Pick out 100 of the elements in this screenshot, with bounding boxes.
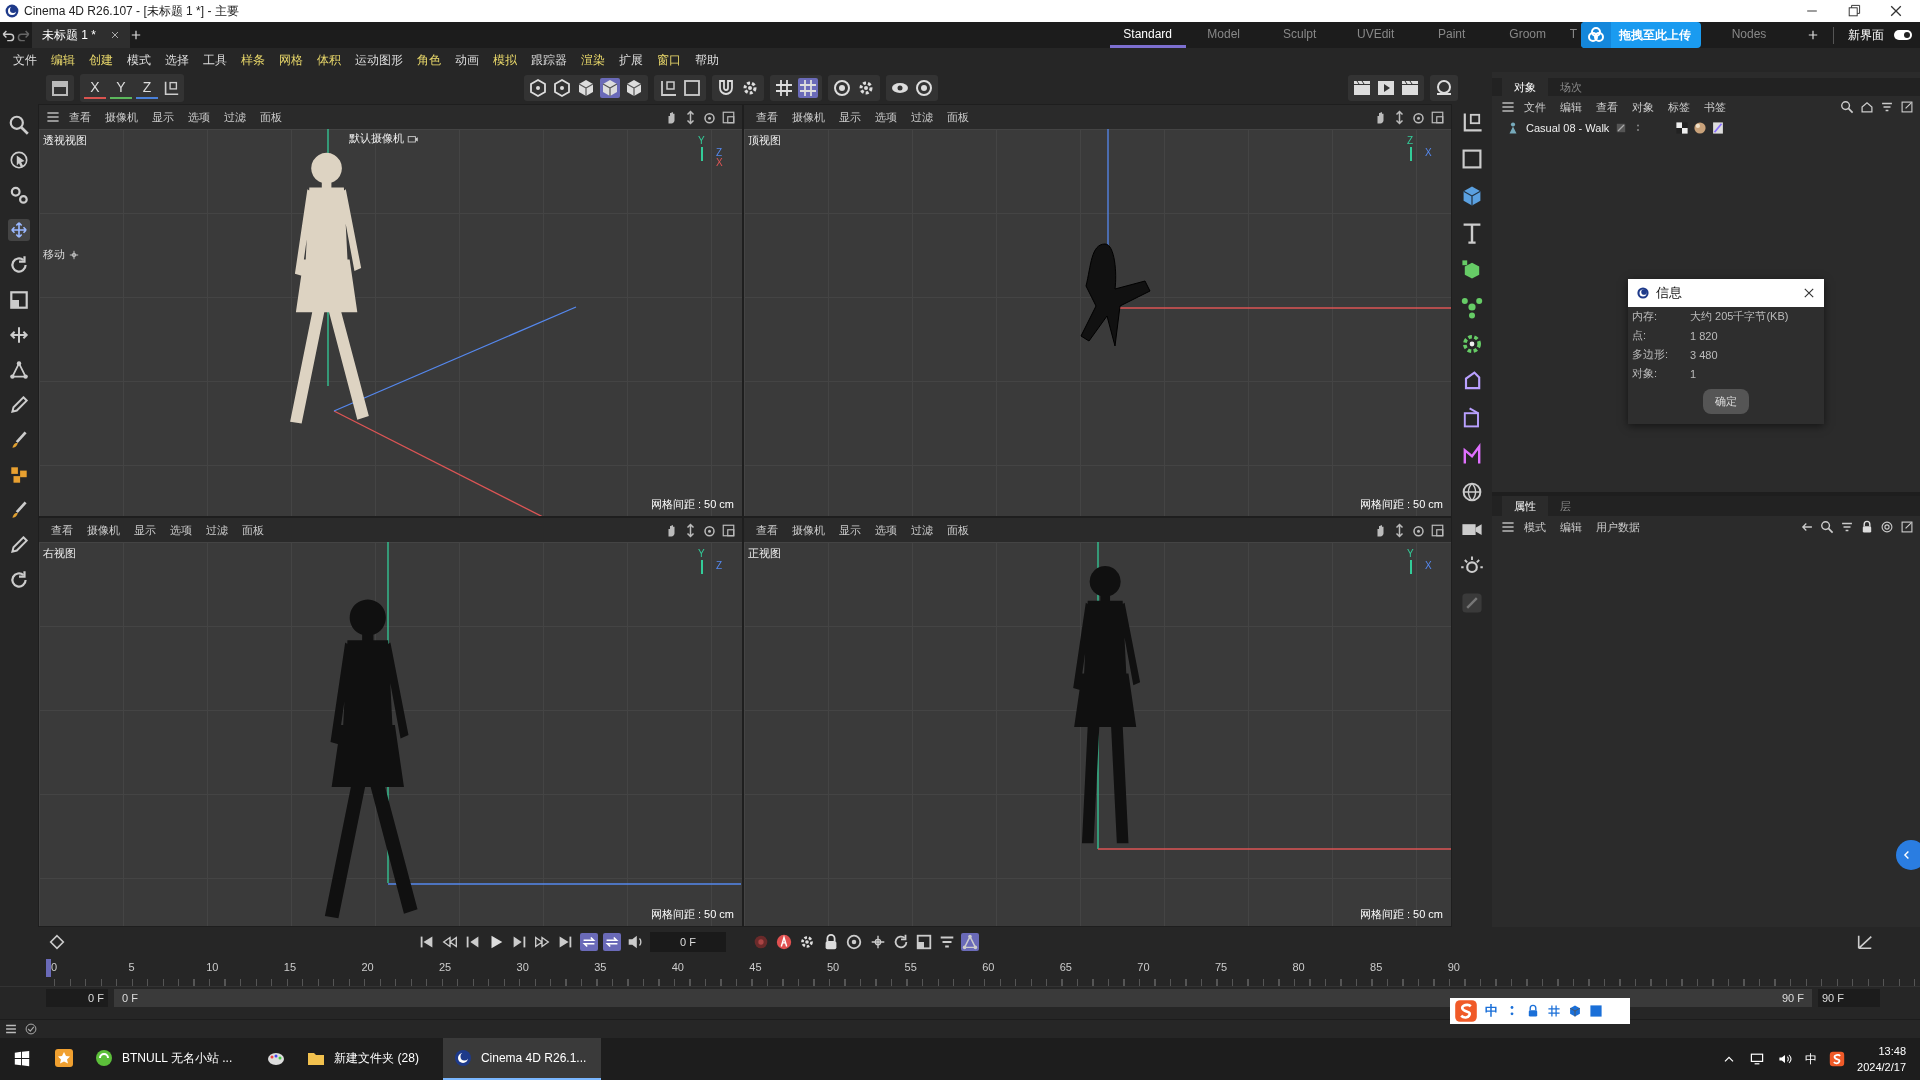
menu-item[interactable]: 用户数据 xyxy=(1590,519,1646,535)
axis-icon[interactable] xyxy=(658,78,678,98)
checker-tag-icon[interactable] xyxy=(1675,121,1690,135)
menu-item[interactable]: 扩展 xyxy=(612,51,650,69)
coordinate-icon[interactable] xyxy=(162,79,180,97)
filter-icon[interactable] xyxy=(1880,100,1894,114)
new-window-icon[interactable] xyxy=(1900,100,1914,114)
ime-logo-icon[interactable] xyxy=(1829,1051,1846,1067)
move-key-icon[interactable] xyxy=(869,933,887,951)
search-icon[interactable] xyxy=(1840,100,1854,114)
menu-item[interactable]: 查看 xyxy=(1590,99,1624,115)
edge-mode-icon[interactable] xyxy=(552,78,572,98)
layout-tab[interactable]: UVEdit xyxy=(1337,22,1414,48)
start-icon[interactable] xyxy=(13,1050,31,1068)
point-mode-icon[interactable] xyxy=(528,78,548,98)
search-icon[interactable] xyxy=(1820,520,1834,534)
menu-item[interactable]: 动画 xyxy=(448,51,486,69)
menu-item[interactable]: 运动图形 xyxy=(348,51,410,69)
menu-item[interactable]: 摄像机 xyxy=(99,109,144,125)
frame-field[interactable]: 0 F xyxy=(650,932,726,952)
model-mode-icon[interactable] xyxy=(600,78,620,98)
menu-item[interactable]: 摄像机 xyxy=(81,522,126,538)
panel-tab[interactable]: 场次 xyxy=(1548,78,1594,96)
globe-icon[interactable] xyxy=(1460,480,1484,504)
menu-icon[interactable] xyxy=(1500,519,1516,535)
ok-button[interactable]: 确定 xyxy=(1703,389,1749,414)
scale-icon[interactable] xyxy=(8,289,30,311)
menu-icon[interactable] xyxy=(1500,99,1516,115)
record-icon[interactable] xyxy=(752,933,770,951)
menu-item[interactable]: 显示 xyxy=(833,109,867,125)
arrows-icon[interactable] xyxy=(8,324,30,346)
check-icon[interactable] xyxy=(24,1022,38,1036)
toggle-switch[interactable] xyxy=(1894,30,1912,40)
archive-box-icon[interactable] xyxy=(50,78,70,98)
menu-item[interactable]: 面板 xyxy=(236,522,270,538)
menu-item[interactable]: 面板 xyxy=(941,522,975,538)
target-icon[interactable] xyxy=(1880,520,1894,534)
molecule-icon[interactable] xyxy=(1460,295,1484,319)
menu-item[interactable]: 网格 xyxy=(272,51,310,69)
filter-icon[interactable] xyxy=(1840,520,1854,534)
layout-tab[interactable]: Groom xyxy=(1489,22,1566,48)
panel-tab[interactable]: 层 xyxy=(1548,496,1583,516)
panel-tab[interactable]: 对象 xyxy=(1502,78,1548,96)
menu-item[interactable]: 书签 xyxy=(1698,99,1732,115)
menu-item[interactable]: 选择 xyxy=(158,51,196,69)
ring-icon[interactable] xyxy=(832,78,852,98)
panel-tab[interactable]: 属性 xyxy=(1502,496,1548,516)
document-tab[interactable]: 未标题 1 * xyxy=(32,22,130,48)
menu-icon[interactable] xyxy=(45,109,61,125)
move-icon[interactable] xyxy=(8,219,30,241)
menu-item[interactable]: 查看 xyxy=(750,109,784,125)
menu-item[interactable]: 摄像机 xyxy=(786,522,831,538)
back-icon[interactable] xyxy=(1800,520,1814,534)
nodes-icon[interactable] xyxy=(8,359,30,381)
close-icon[interactable] xyxy=(1802,286,1816,300)
edit-icon[interactable] xyxy=(1460,591,1484,615)
pen-icon[interactable] xyxy=(8,394,30,416)
network-icon[interactable] xyxy=(1749,1051,1766,1067)
menu-item[interactable]: 选项 xyxy=(182,109,216,125)
menu-item[interactable]: 过滤 xyxy=(218,109,252,125)
menu-item[interactable]: 显示 xyxy=(833,522,867,538)
magnet-icon[interactable] xyxy=(716,78,736,98)
grid-square-icon[interactable] xyxy=(682,78,702,98)
menu-item[interactable]: 跟踪器 xyxy=(524,51,574,69)
scale-key-icon[interactable] xyxy=(915,933,933,951)
grid-snap-icon[interactable] xyxy=(798,78,818,98)
key-settings-icon[interactable] xyxy=(798,933,816,951)
menu-item[interactable]: 窗口 xyxy=(650,51,688,69)
menu-item[interactable]: 文件 xyxy=(1518,99,1552,115)
gears-icon[interactable] xyxy=(8,184,30,206)
home-icon[interactable] xyxy=(1860,100,1874,114)
new-window-icon[interactable] xyxy=(1900,520,1914,534)
previous-key-icon[interactable] xyxy=(441,933,459,951)
menu-item[interactable]: 选项 xyxy=(869,109,903,125)
taskbar-item[interactable]: Cinema 4D R26.1... xyxy=(442,1038,601,1080)
close-icon[interactable] xyxy=(110,30,120,40)
render-settings-icon[interactable] xyxy=(1400,78,1420,98)
menu-item[interactable]: 渲染 xyxy=(574,51,612,69)
axis-button[interactable]: Z xyxy=(136,77,158,99)
add-tab-icon[interactable] xyxy=(130,29,142,41)
add-layout-icon[interactable] xyxy=(1807,29,1819,41)
menu-item[interactable]: 面板 xyxy=(941,109,975,125)
star-app-icon[interactable] xyxy=(54,1048,74,1068)
texture-tag-icon[interactable] xyxy=(1693,121,1708,135)
lock-icon[interactable] xyxy=(1860,520,1874,534)
square-icon[interactable] xyxy=(1460,147,1484,171)
grid-icon[interactable] xyxy=(774,78,794,98)
menu-item[interactable]: 显示 xyxy=(128,522,162,538)
start-frame-field[interactable]: 0 F xyxy=(46,989,108,1007)
menu-item[interactable]: 对象 xyxy=(1626,99,1660,115)
snap-icon[interactable] xyxy=(961,933,979,951)
menu-item[interactable]: 过滤 xyxy=(905,109,939,125)
close-icon[interactable] xyxy=(1888,3,1904,19)
dial-icon[interactable] xyxy=(845,933,863,951)
search-icon[interactable] xyxy=(8,114,30,136)
restore-icon[interactable] xyxy=(1846,3,1862,19)
axis-button[interactable]: X xyxy=(84,77,106,99)
axis-button[interactable]: Y xyxy=(110,77,132,99)
menu-item[interactable]: 查看 xyxy=(45,522,79,538)
rotate-icon[interactable] xyxy=(8,254,30,276)
